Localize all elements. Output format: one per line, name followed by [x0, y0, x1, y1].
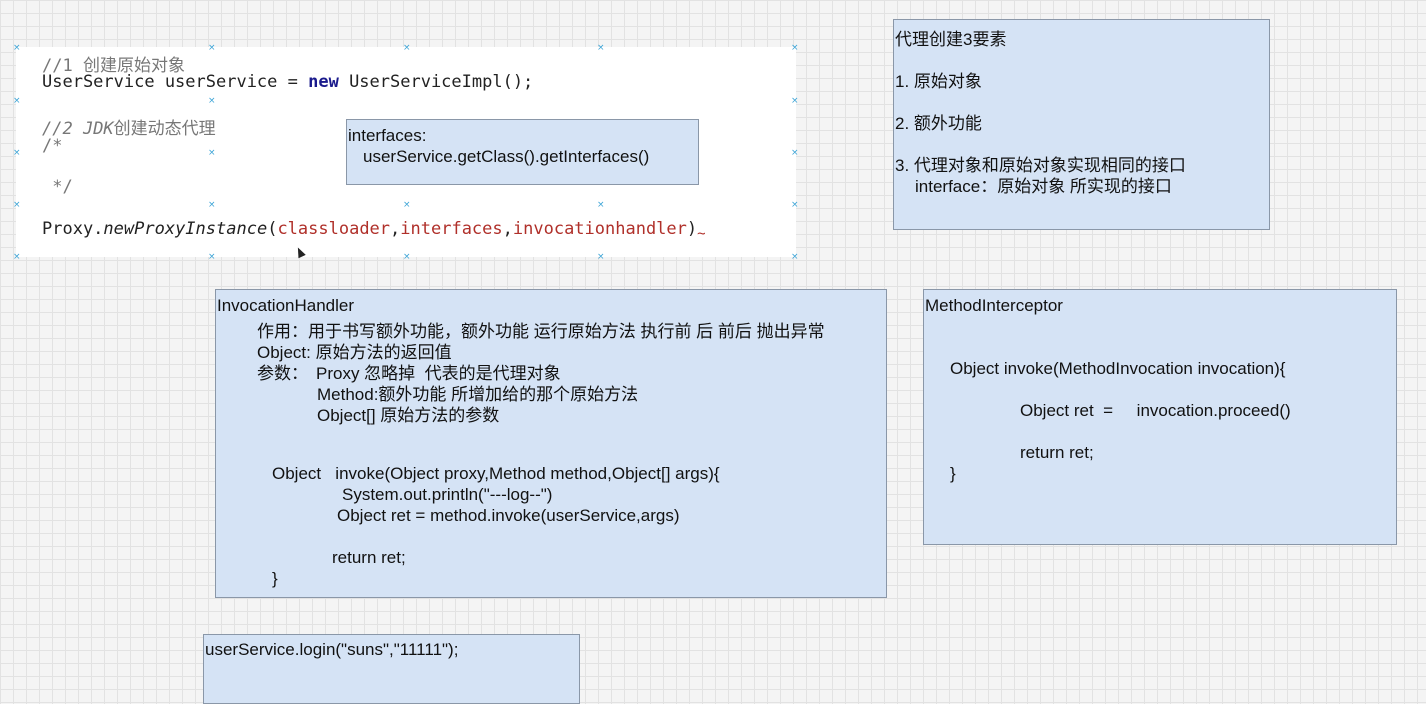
- code-text: UserService userService =: [42, 72, 309, 92]
- selection-handle[interactable]: ×: [403, 253, 411, 262]
- handler-param-args: Object[] 原始方法的参数: [317, 406, 500, 425]
- interfaces-label: interfaces:: [348, 126, 427, 145]
- comment-text: 创建动态代理: [113, 119, 216, 139]
- code-user-service-decl: UserService userService = new UserServic…: [42, 72, 533, 92]
- selection-handle[interactable]: ×: [208, 149, 216, 158]
- selection-handle[interactable]: ×: [13, 97, 21, 106]
- selection-handle[interactable]: ×: [208, 201, 216, 210]
- code-text: Proxy.: [42, 219, 104, 239]
- elements-item-3-sub: interface：原始对象 所实现的接口: [915, 177, 1172, 196]
- selection-handle[interactable]: ×: [208, 97, 216, 106]
- selection-handle[interactable]: ×: [791, 253, 799, 262]
- selection-handle[interactable]: ×: [13, 201, 21, 210]
- elements-title: 代理创建3要素: [895, 30, 1007, 49]
- method-interceptor-box[interactable]: MethodInterceptor Object invoke(MethodIn…: [923, 289, 1397, 545]
- selection-handle[interactable]: ×: [791, 44, 799, 53]
- handler-close-brace: }: [272, 569, 278, 588]
- interfaces-expression: userService.getClass().getInterfaces(): [363, 147, 650, 166]
- selection-handle[interactable]: ×: [13, 149, 21, 158]
- selection-handle[interactable]: ×: [597, 201, 605, 210]
- handler-return: return ret;: [332, 548, 406, 567]
- squiggle-mark: ~: [697, 226, 706, 242]
- selection-handle[interactable]: ×: [13, 253, 21, 262]
- proxy-elements-box[interactable]: 代理创建3要素 1. 原始对象 2. 额外功能 3. 代理对象和原始对象实现相同…: [893, 19, 1270, 230]
- elements-item-1: 1. 原始对象: [895, 72, 982, 91]
- keyword-new: new: [308, 72, 339, 92]
- selection-handle[interactable]: ×: [208, 44, 216, 53]
- selection-handle[interactable]: ×: [791, 97, 799, 106]
- comment-block-close: */: [42, 177, 73, 197]
- interceptor-proceed: Object ret = invocation.proceed(): [1020, 401, 1291, 420]
- code-text: ,: [390, 219, 401, 239]
- interceptor-return: return ret;: [1020, 443, 1094, 462]
- handler-method-invoke: Object ret = method.invoke(userService,a…: [337, 506, 680, 525]
- code-text: UserServiceImpl();: [338, 72, 534, 92]
- comment-block-open: /*: [42, 136, 63, 156]
- selection-handle[interactable]: ×: [791, 149, 799, 158]
- comment-text: JDK: [82, 119, 114, 139]
- handler-params-label: 参数：: [257, 364, 308, 383]
- code-text: ,: [502, 219, 513, 239]
- invocation-handler-box[interactable]: InvocationHandler 作用：用于书写额外功能，额外功能 运行原始方…: [215, 289, 887, 598]
- handler-log-statement: System.out.println("---log--"): [342, 485, 553, 504]
- code-new-proxy-instance: Proxy.newProxyInstance(classloader,inter…: [42, 219, 706, 242]
- selection-handle[interactable]: ×: [403, 201, 411, 210]
- interceptor-invoke-signature: Object invoke(MethodInvocation invocatio…: [950, 359, 1286, 378]
- param-invocationhandler: invocationhandler: [512, 219, 687, 239]
- code-text: (: [267, 219, 278, 239]
- elements-item-2: 2. 额外功能: [895, 114, 982, 133]
- comment-jdk-proxy: //2 JDK创建动态代理: [42, 114, 216, 139]
- handler-title: InvocationHandler: [217, 296, 355, 315]
- interceptor-title: MethodInterceptor: [925, 296, 1063, 315]
- login-call-box[interactable]: userService.login("suns","11111");: [203, 634, 580, 704]
- selection-handle[interactable]: ×: [208, 253, 216, 262]
- login-call: userService.login("suns","11111");: [205, 640, 459, 659]
- interfaces-note-box[interactable]: interfaces: userService.getClass().getIn…: [346, 119, 699, 185]
- selection-handle[interactable]: ×: [791, 201, 799, 210]
- param-classloader: classloader: [277, 219, 391, 239]
- code-text: ): [686, 219, 698, 239]
- method-name: newProxyInstance: [103, 219, 268, 239]
- selection-handle[interactable]: ×: [597, 253, 605, 262]
- selection-handle[interactable]: ×: [597, 44, 605, 53]
- handler-invoke-signature: Object invoke(Object proxy,Method method…: [272, 464, 720, 483]
- interceptor-close-brace: }: [950, 464, 956, 483]
- selection-handle[interactable]: ×: [13, 44, 21, 53]
- param-interfaces: interfaces: [400, 219, 503, 239]
- selection-handle[interactable]: ×: [403, 44, 411, 53]
